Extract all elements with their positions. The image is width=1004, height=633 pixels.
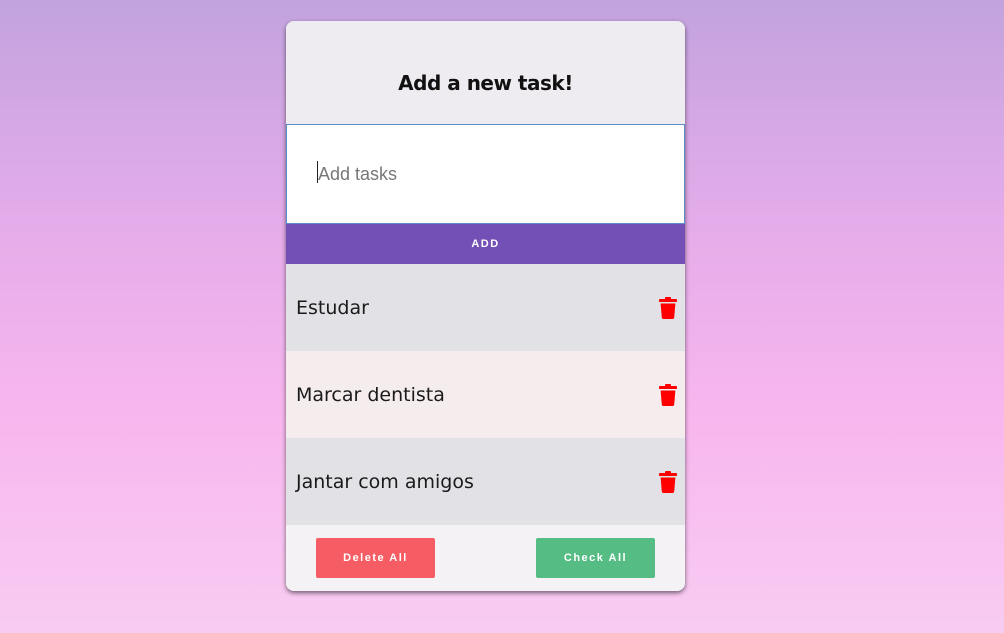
task-label: Jantar com amigos	[296, 470, 474, 493]
task-input-container	[286, 124, 685, 224]
task-input[interactable]	[318, 163, 658, 185]
card-footer: Delete All Check All	[286, 525, 685, 591]
task-item: Jantar com amigos	[286, 438, 685, 525]
task-label: Marcar dentista	[296, 383, 445, 406]
trash-icon[interactable]	[659, 470, 677, 493]
delete-all-button[interactable]: Delete All	[316, 538, 435, 578]
trash-icon[interactable]	[659, 383, 677, 406]
check-all-button[interactable]: Check All	[536, 538, 655, 578]
add-button[interactable]: ADD	[286, 224, 685, 264]
task-label: Estudar	[296, 296, 369, 319]
task-item: Marcar dentista	[286, 351, 685, 438]
page-title: Add a new task!	[398, 70, 573, 95]
text-caret	[317, 161, 318, 183]
task-item: Estudar	[286, 264, 685, 351]
card-header: Add a new task!	[286, 21, 685, 124]
trash-icon[interactable]	[659, 296, 677, 319]
todo-card: Add a new task! ADD Estudar Marcar denti…	[286, 21, 685, 591]
